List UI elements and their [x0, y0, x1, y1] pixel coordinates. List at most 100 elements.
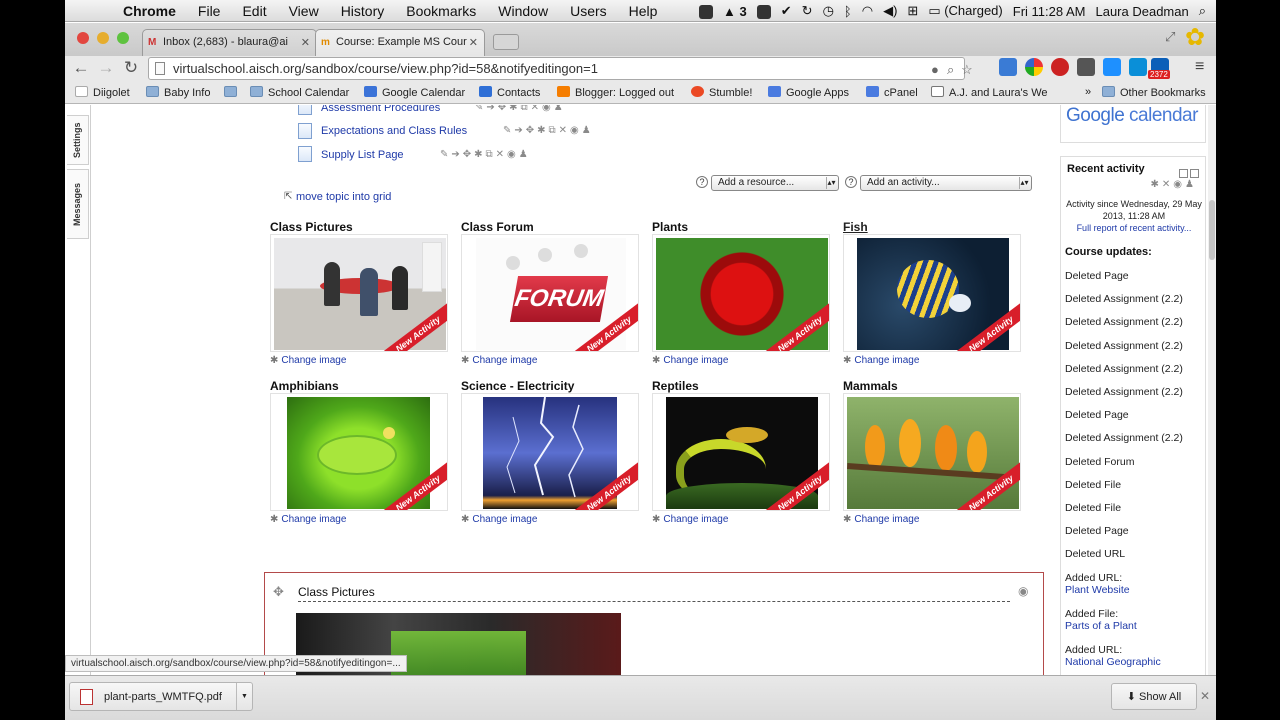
- update-link[interactable]: Parts of a Plant: [1065, 620, 1137, 632]
- topic-tile[interactable]: Class Forum FORUM New Activity ✱ Change i…: [461, 220, 641, 372]
- help-icon[interactable]: ?: [845, 176, 857, 188]
- menu-app[interactable]: Chrome: [123, 3, 176, 19]
- bookmark-other[interactable]: Other Bookmarks: [1102, 86, 1206, 99]
- microphone-icon[interactable]: ●: [931, 62, 939, 77]
- bookmark-folder[interactable]: [224, 86, 242, 99]
- change-image-link[interactable]: ✱ Change image: [843, 514, 919, 525]
- extension-translate-icon[interactable]: [999, 58, 1017, 76]
- topic-tile[interactable]: Class Pictures New Activity ✱ Change imag…: [270, 220, 450, 372]
- topic-tile[interactable]: Fish New Activity ✱ Change image: [843, 220, 1023, 372]
- menu-users[interactable]: Users: [570, 3, 607, 19]
- tab-course[interactable]: m Course: Example MS Cour ✕: [315, 29, 485, 56]
- minimize-window-button[interactable]: [97, 32, 109, 44]
- tile-image[interactable]: New Activity: [461, 393, 639, 511]
- download-item[interactable]: plant-parts_WMTFQ.pdf ▼: [69, 682, 253, 711]
- tile-image[interactable]: New Activity: [652, 234, 830, 352]
- add-activity-select[interactable]: Add an activity... ▴▾: [860, 175, 1032, 191]
- tab-messages-dock[interactable]: Messages: [67, 169, 89, 239]
- activity-link[interactable]: Supply List Page: [321, 149, 404, 161]
- search-icon[interactable]: ⌕: [947, 62, 954, 78]
- chevron-down-icon[interactable]: ▼: [236, 683, 252, 710]
- checkmark-icon[interactable]: ✔: [781, 3, 792, 19]
- topic-tile[interactable]: Amphibians New Activity ✱ Change image: [270, 379, 450, 531]
- volume-icon[interactable]: ◀): [883, 3, 897, 19]
- tile-title[interactable]: Fish: [843, 220, 868, 234]
- forward-button[interactable]: →: [95, 58, 117, 78]
- tile-image[interactable]: New Activity: [843, 234, 1021, 352]
- change-image-link[interactable]: ✱ Change image: [652, 514, 728, 525]
- tile-title[interactable]: Plants: [652, 220, 688, 234]
- google-calendar-block[interactable]: Google calendar: [1060, 105, 1206, 143]
- time-machine-icon[interactable]: ◷: [823, 3, 834, 19]
- change-image-link[interactable]: ✱ Change image: [270, 514, 346, 525]
- reload-button[interactable]: ↻: [120, 58, 142, 78]
- evernote-icon[interactable]: [699, 4, 714, 19]
- close-shelf-icon[interactable]: ✕: [1200, 689, 1210, 703]
- new-tab-button[interactable]: [493, 34, 519, 50]
- block-edit-icons[interactable]: ✱✕◉♟: [1151, 179, 1197, 190]
- wifi-icon[interactable]: ◠: [862, 3, 873, 19]
- extension-chrome-icon[interactable]: [1025, 58, 1043, 76]
- move-topic-link[interactable]: move topic into grid: [296, 191, 391, 203]
- edit-icons[interactable]: ✎➔✥✱⧉✕◉♟: [475, 105, 566, 113]
- help-icon[interactable]: ?: [696, 176, 708, 188]
- bookmark-blogger[interactable]: Blogger: Logged out: [557, 86, 674, 99]
- tile-title[interactable]: Science - Electricity: [461, 379, 574, 393]
- extension-dropbox-icon[interactable]: [1103, 58, 1121, 76]
- add-resource-select[interactable]: Add a resource... ▴▾: [711, 175, 839, 191]
- dropbox-icon[interactable]: [756, 4, 771, 19]
- page-scrollbar[interactable]: [1208, 105, 1216, 675]
- close-tab-icon[interactable]: ✕: [469, 36, 478, 49]
- tab-gmail[interactable]: M Inbox (2,683) - blaura@ai ✕: [142, 29, 317, 56]
- bookmark-diigolet[interactable]: Diigolet: [75, 86, 130, 99]
- bluetooth-icon[interactable]: ᛒ: [844, 4, 852, 19]
- update-link[interactable]: National Geographic: [1065, 656, 1161, 668]
- address-bar[interactable]: virtualschool.aisch.org/sandbox/course/v…: [148, 57, 973, 80]
- eye-icon[interactable]: ◉: [1018, 584, 1028, 598]
- menu-view[interactable]: View: [289, 3, 319, 19]
- tile-image[interactable]: New Activity: [270, 234, 448, 352]
- edit-icons[interactable]: ✎➔✥✱⧉✕◉♟: [503, 125, 594, 136]
- menu-edit[interactable]: Edit: [242, 3, 266, 19]
- bookmark-contacts[interactable]: Contacts: [479, 86, 540, 99]
- activity-link[interactable]: Expectations and Class Rules: [321, 125, 467, 137]
- tile-title[interactable]: Amphibians: [270, 379, 339, 393]
- bookmark-school-calendar[interactable]: School Calendar: [250, 86, 349, 99]
- flag-icon[interactable]: ⊞: [907, 3, 918, 19]
- adobe-icon[interactable]: ▲ 3: [723, 4, 747, 19]
- change-image-link[interactable]: ✱ Change image: [843, 355, 919, 366]
- menu-file[interactable]: File: [198, 3, 221, 19]
- topic-tile[interactable]: Science - Electricity New Activity ✱ Chan…: [461, 379, 641, 531]
- bookmarks-overflow[interactable]: »: [1085, 86, 1091, 98]
- url-text[interactable]: virtualschool.aisch.org/sandbox/course/v…: [173, 61, 598, 76]
- back-button[interactable]: ←: [70, 58, 92, 78]
- update-link[interactable]: Plant Website: [1065, 584, 1130, 596]
- spotlight-search-icon[interactable]: ⌕: [1199, 3, 1206, 19]
- change-image-link[interactable]: ✱ Change image: [461, 514, 537, 525]
- show-all-button[interactable]: ⬇ Show All: [1111, 683, 1197, 710]
- bookmark-google-apps[interactable]: Google Apps: [768, 86, 849, 99]
- edit-icons[interactable]: ✎➔✥✱⧉✕◉♟: [440, 149, 531, 160]
- profile-avatar-icon[interactable]: ✿: [1185, 23, 1205, 52]
- bookmark-google-calendar[interactable]: Google Calendar: [364, 86, 465, 99]
- user-name[interactable]: Laura Deadman: [1095, 4, 1188, 19]
- activity-link[interactable]: Assessment Procedures: [321, 105, 440, 114]
- close-window-button[interactable]: [77, 32, 89, 44]
- bookmark-aj-and-laura[interactable]: A.J. and Laura's We: [931, 86, 1048, 99]
- bookmark-baby-info[interactable]: Baby Info: [146, 86, 210, 99]
- bookmark-stumble[interactable]: Stumble!: [691, 86, 752, 99]
- tab-settings-dock[interactable]: Settings: [67, 115, 89, 165]
- menu-history[interactable]: History: [341, 3, 385, 19]
- tile-title[interactable]: Reptiles: [652, 379, 699, 393]
- extension-cast-icon[interactable]: [1129, 58, 1147, 76]
- block-controls[interactable]: [1177, 165, 1201, 178]
- change-image-link[interactable]: ✱ Change image: [461, 355, 537, 366]
- topic-tile[interactable]: Mammals New Activity ✱ Change image: [843, 379, 1023, 531]
- change-image-link[interactable]: ✱ Change image: [652, 355, 728, 366]
- move-section-icon[interactable]: ✥: [273, 584, 284, 600]
- zoom-window-button[interactable]: [117, 32, 129, 44]
- tile-title[interactable]: Class Pictures: [270, 220, 353, 234]
- chrome-menu-icon[interactable]: ≡: [1195, 58, 1204, 76]
- fullscreen-icon[interactable]: ⤢: [1165, 29, 1175, 45]
- close-tab-icon[interactable]: ✕: [301, 36, 310, 49]
